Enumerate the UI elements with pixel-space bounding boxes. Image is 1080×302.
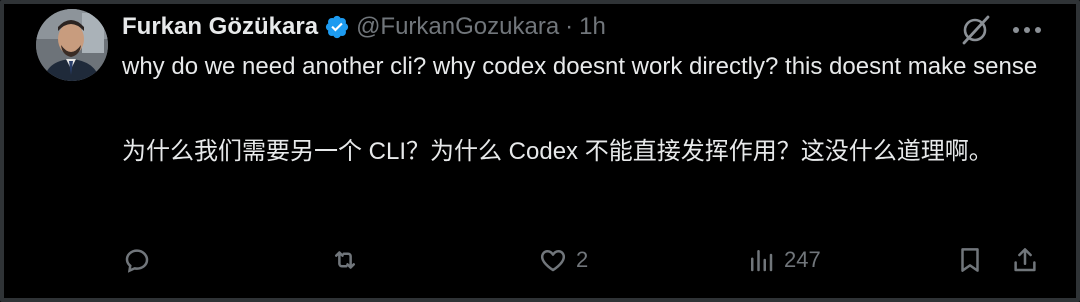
repost-button[interactable] bbox=[330, 240, 368, 280]
tweet-header: Furkan Gözükara @FurkanGozukara · 1h bbox=[122, 12, 606, 42]
avatar-image bbox=[36, 9, 108, 81]
more-icon[interactable] bbox=[1012, 26, 1042, 34]
like-icon bbox=[540, 250, 566, 272]
tweet-translation: 为什么我们需要另一个 CLI？为什么 Codex 不能直接发挥作用？这没什么道理… bbox=[122, 138, 993, 165]
grok-icon[interactable] bbox=[958, 13, 992, 47]
bookmark-icon bbox=[961, 248, 979, 272]
repost-icon bbox=[335, 251, 355, 269]
views-button[interactable]: 247 bbox=[746, 240, 821, 280]
bookmark-button[interactable] bbox=[955, 240, 985, 280]
author-handle[interactable]: @FurkanGozukara bbox=[356, 13, 559, 41]
tweet-text: why do we need another cli? why codex do… bbox=[122, 53, 1038, 80]
separator-dot: · bbox=[565, 13, 574, 40]
author-name[interactable]: Furkan Gözükara bbox=[122, 13, 318, 41]
reply-icon bbox=[125, 249, 149, 273]
like-count: 2 bbox=[576, 247, 589, 272]
tweet[interactable]: Furkan Gözükara @FurkanGozukara · 1h why… bbox=[0, 0, 1080, 302]
like-button[interactable]: 2 bbox=[538, 240, 588, 280]
timestamp[interactable]: 1h bbox=[579, 13, 606, 41]
share-button[interactable] bbox=[1010, 240, 1040, 280]
action-bar: 2 247 bbox=[0, 240, 1080, 280]
share-icon bbox=[1014, 248, 1036, 272]
reply-button[interactable] bbox=[122, 240, 160, 280]
views-count: 247 bbox=[784, 247, 821, 272]
verified-badge-icon bbox=[325, 15, 349, 39]
views-icon bbox=[751, 250, 773, 272]
avatar[interactable] bbox=[36, 9, 108, 81]
